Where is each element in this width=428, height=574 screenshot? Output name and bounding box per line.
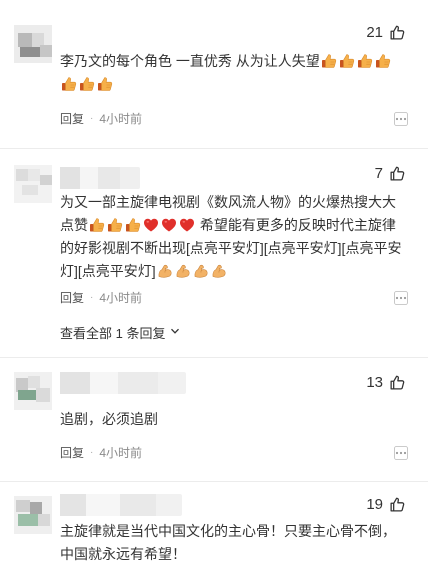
flexed-biceps-emoji — [211, 263, 227, 279]
comment-text-content: 李乃文的每个角色 一直优秀 从为让人失望 — [60, 53, 320, 69]
view-replies-label: 查看全部 1 条回复 — [60, 326, 166, 341]
more-icon[interactable] — [394, 291, 408, 305]
thumbs-up-emoji — [97, 76, 113, 92]
comment-text: 主旋律就是当代中国文化的主心骨！只要主心骨不倒，中国就永远有希望！ — [60, 520, 406, 566]
thumbs-up-emoji — [321, 53, 337, 69]
comment-item: 13 追剧，必须追剧 回复 · 4小时前 — [0, 358, 428, 482]
avatar[interactable] — [14, 25, 52, 63]
comment-meta: 回复 · 4小时前 — [60, 444, 142, 461]
thumbs-up-emoji — [375, 53, 391, 69]
comment-text-content: 主旋律就是当代中国文化的主心骨！只要主心骨不倒，中国就永远有希望！ — [60, 523, 396, 562]
like-count: 7 — [374, 165, 383, 182]
avatar[interactable] — [14, 496, 52, 534]
meta-separator: · — [90, 292, 94, 303]
comment-meta: 回复 · 4小时前 — [60, 110, 142, 127]
avatar[interactable] — [14, 165, 52, 203]
like-count: 13 — [366, 374, 383, 391]
more-icon[interactable] — [394, 446, 408, 460]
username[interactable] — [60, 372, 186, 394]
thumbs-up-emoji — [89, 217, 105, 233]
chevron-down-icon — [169, 325, 181, 340]
timestamp: 4小时前 — [99, 446, 143, 460]
comment-text: 追剧，必须追剧 — [60, 408, 406, 431]
flexed-biceps-emoji — [193, 263, 209, 279]
meta-separator: · — [90, 447, 94, 458]
username[interactable] — [60, 494, 182, 516]
comment-item: 19 主旋律就是当代中国文化的主心骨！只要主心骨不倒，中国就永远有希望！ — [0, 482, 428, 574]
thumbs-up-icon[interactable] — [389, 496, 406, 513]
thumbs-up-emoji — [61, 76, 77, 92]
like-count: 21 — [366, 24, 383, 41]
meta-separator: · — [90, 113, 94, 124]
thumbs-up-icon[interactable] — [389, 374, 406, 391]
like-button[interactable]: 19 — [366, 496, 406, 513]
reply-button[interactable]: 回复 — [60, 110, 84, 127]
red-heart-emoji — [161, 217, 177, 233]
red-heart-emoji — [179, 217, 195, 233]
avatar[interactable] — [14, 372, 52, 410]
comment-meta: 回复 · 4小时前 — [60, 289, 142, 306]
like-button[interactable]: 21 — [366, 24, 406, 41]
reply-button[interactable]: 回复 — [60, 289, 84, 306]
like-button[interactable]: 13 — [366, 374, 406, 391]
thumbs-up-icon[interactable] — [389, 24, 406, 41]
flexed-biceps-emoji — [175, 263, 191, 279]
thumbs-up-emoji — [125, 217, 141, 233]
comment-item: 7 为又一部主旋律电视剧《数风流人物》的火爆热搜大大点赞 希望能有更多的反映时代… — [0, 149, 428, 358]
view-all-replies-link[interactable]: 查看全部 1 条回复 — [60, 323, 181, 342]
like-button[interactable]: 7 — [375, 165, 406, 182]
comment-text: 为又一部主旋律电视剧《数风流人物》的火爆热搜大大点赞 希望能有更多的反映时代主旋… — [60, 191, 406, 283]
thumbs-up-emoji — [107, 217, 123, 233]
thumbs-up-icon[interactable] — [389, 165, 406, 182]
comment-item: 21 李乃文的每个角色 一直优秀 从为让人失望 回复 · 4小时前 — [0, 0, 428, 149]
thumbs-up-emoji — [339, 53, 355, 69]
more-icon[interactable] — [394, 112, 408, 126]
like-count: 19 — [366, 496, 383, 513]
username[interactable] — [60, 167, 140, 189]
comment-text-content: 追剧，必须追剧 — [60, 411, 158, 427]
thumbs-up-emoji — [357, 53, 373, 69]
reply-button[interactable]: 回复 — [60, 444, 84, 461]
timestamp: 4小时前 — [99, 112, 143, 126]
thumbs-up-emoji — [79, 76, 95, 92]
red-heart-emoji — [143, 217, 159, 233]
flexed-biceps-emoji — [157, 263, 173, 279]
comment-text: 李乃文的每个角色 一直优秀 从为让人失望 — [60, 50, 406, 96]
timestamp: 4小时前 — [99, 291, 143, 305]
